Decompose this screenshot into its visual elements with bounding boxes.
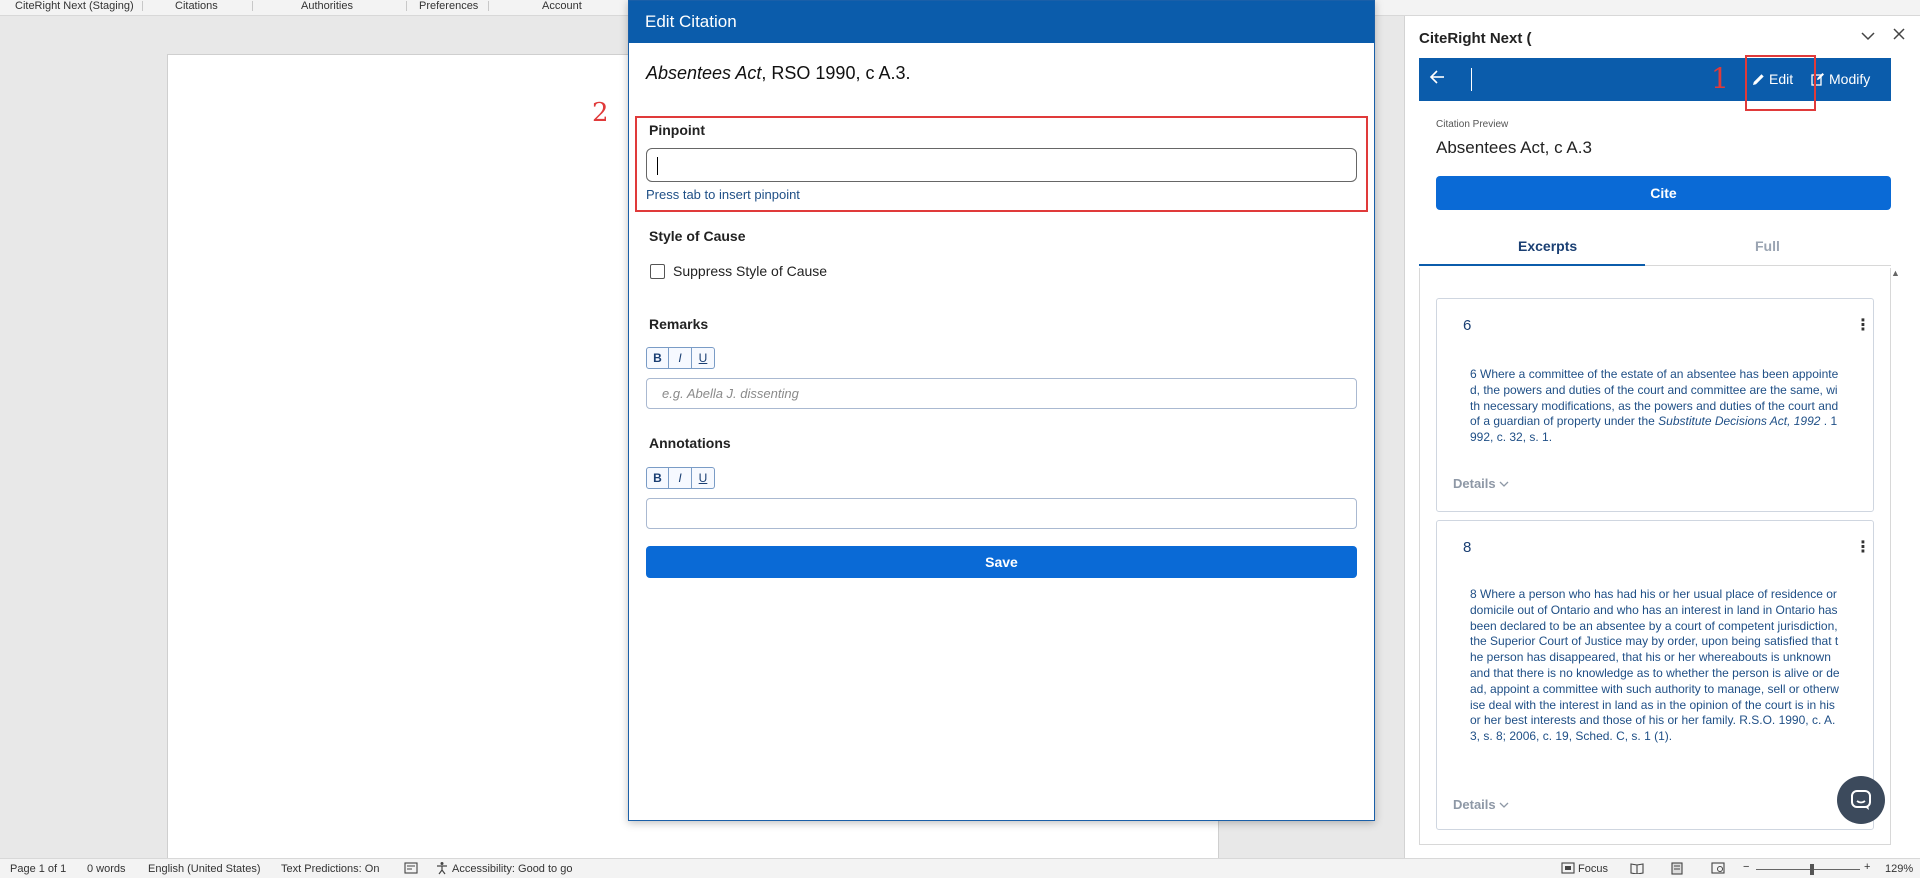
suppress-style-of-cause-label[interactable]: Suppress Style of Cause [673, 263, 827, 279]
suppress-style-of-cause-checkbox[interactable] [650, 264, 665, 279]
page-count[interactable]: Page 1 of 1 [10, 863, 66, 875]
annotations-format-toolbar: B I U [646, 467, 715, 489]
toolbar-separator [1471, 68, 1472, 91]
close-icon[interactable] [1893, 27, 1905, 44]
excerpt-text: 6 Where a committee of the estate of an … [1470, 367, 1840, 446]
ribbon-separator [488, 1, 489, 11]
focus-mode-button[interactable]: Focus [1578, 863, 1608, 875]
details-label: Details [1453, 797, 1496, 812]
pane-title: CiteRight Next ( [1419, 30, 1532, 47]
tab-full[interactable]: Full [1755, 238, 1780, 254]
modify-button[interactable]: Modify [1811, 71, 1870, 87]
status-bar: Page 1 of 1 0 words English (United Stat… [0, 858, 1920, 878]
annotations-underline-button[interactable]: U [692, 467, 715, 489]
word-count[interactable]: 0 words [87, 863, 126, 875]
remarks-underline-button[interactable]: U [692, 347, 715, 369]
annotation-marker-1: 1 [1711, 62, 1729, 95]
web-layout-icon[interactable] [1711, 862, 1725, 877]
annotations-label: Annotations [649, 435, 731, 451]
ribbon-tab-account[interactable]: Account [542, 0, 582, 13]
zoom-out-button[interactable]: − [1743, 861, 1749, 873]
accessibility-icon [435, 861, 449, 878]
text-predictions-status[interactable]: Text Predictions: On [281, 863, 379, 875]
annotation-highlight-edit [1745, 55, 1816, 111]
citation-preview-label: Citation Preview [1436, 119, 1509, 130]
dialog-header: Edit Citation [629, 1, 1374, 43]
zoom-in-button[interactable]: + [1864, 861, 1870, 873]
remarks-italic-button[interactable]: I [669, 347, 692, 369]
citation-title: Absentees Act, RSO 1990, c A.3. [646, 63, 911, 84]
excerpt-number: 6 [1463, 317, 1472, 334]
ribbon-separator [142, 1, 143, 11]
zoom-slider-thumb[interactable] [1810, 864, 1814, 875]
ribbon-tab-preferences[interactable]: Preferences [419, 0, 478, 13]
excerpt-text: 8 Where a person who has had his or her … [1470, 587, 1840, 745]
annotation-highlight-pinpoint [635, 116, 1368, 212]
style-of-cause-label: Style of Cause [649, 228, 746, 244]
chevron-down-icon[interactable] [1861, 28, 1875, 44]
accessibility-status[interactable]: Accessibility: Good to go [452, 863, 572, 875]
active-tab-indicator [1419, 264, 1645, 266]
remarks-placeholder: e.g. Abella J. dissenting [662, 386, 799, 401]
details-toggle[interactable]: Details [1453, 797, 1509, 812]
annotations-input[interactable] [646, 498, 1357, 529]
citation-rest: , RSO 1990, c A.3. [761, 63, 911, 83]
macro-icon[interactable] [404, 862, 418, 877]
print-layout-icon[interactable] [1671, 862, 1683, 878]
remarks-input[interactable]: e.g. Abella J. dissenting [646, 378, 1357, 409]
save-button[interactable]: Save [646, 546, 1357, 578]
excerpt-text-part: 8 Where a person who has had his or her … [1470, 587, 1840, 744]
remarks-bold-button[interactable]: B [646, 347, 669, 369]
edit-citation-dialog: Edit Citation Absentees Act, RSO 1990, c… [628, 0, 1375, 821]
citeright-pane: CiteRight Next ( 1 Edit Modify Citation … [1404, 16, 1920, 858]
excerpt-number: 8 [1463, 539, 1472, 556]
back-arrow-icon[interactable] [1429, 69, 1445, 89]
annotations-bold-button[interactable]: B [646, 467, 669, 489]
chat-support-button[interactable] [1837, 776, 1885, 824]
details-toggle[interactable]: Details [1453, 476, 1509, 491]
citation-name: Absentees Act [646, 63, 762, 83]
excerpt-card: 8 ⋮ 8 Where a person who has had his or … [1436, 520, 1874, 830]
more-vertical-icon[interactable]: ⋮ [1855, 537, 1871, 557]
details-label: Details [1453, 476, 1496, 491]
focus-icon [1561, 862, 1575, 877]
language-indicator[interactable]: English (United States) [148, 863, 261, 875]
citation-preview-text: Absentees Act, c A.3 [1436, 138, 1592, 157]
dialog-title: Edit Citation [645, 12, 737, 31]
pane-toolbar: 1 Edit Modify [1419, 55, 1891, 111]
chat-icon [1851, 790, 1871, 810]
read-mode-icon[interactable] [1630, 862, 1644, 877]
annotations-italic-button[interactable]: I [669, 467, 692, 489]
more-vertical-icon[interactable]: ⋮ [1855, 315, 1871, 335]
ribbon-separator [252, 1, 253, 11]
chevron-down-icon [1499, 481, 1509, 487]
modify-label: Modify [1829, 71, 1871, 87]
excerpt-text-italic: Substitute Decisions Act, 1992 [1658, 414, 1821, 429]
scroll-up-icon[interactable]: ▲ [1891, 268, 1900, 278]
excerpts-list[interactable]: 6 ⋮ 6 Where a committee of the estate of… [1419, 268, 1891, 845]
chevron-down-icon [1499, 802, 1509, 808]
cite-button[interactable]: Cite [1436, 176, 1891, 210]
excerpt-card: 6 ⋮ 6 Where a committee of the estate of… [1436, 298, 1874, 512]
ribbon-tab-citeright[interactable]: CiteRight Next (Staging) [15, 0, 134, 13]
zoom-slider-track[interactable] [1756, 869, 1860, 870]
pane-tabs: Excerpts Full [1419, 226, 1891, 266]
ribbon-separator [406, 1, 407, 11]
zoom-level[interactable]: 129% [1885, 863, 1913, 875]
annotation-marker-2: 2 [592, 98, 609, 128]
tab-excerpts[interactable]: Excerpts [1518, 238, 1577, 254]
ribbon-tab-authorities[interactable]: Authorities [301, 0, 353, 13]
remarks-format-toolbar: B I U [646, 347, 715, 369]
remarks-label: Remarks [649, 316, 709, 332]
ribbon-tab-citations[interactable]: Citations [175, 0, 218, 13]
